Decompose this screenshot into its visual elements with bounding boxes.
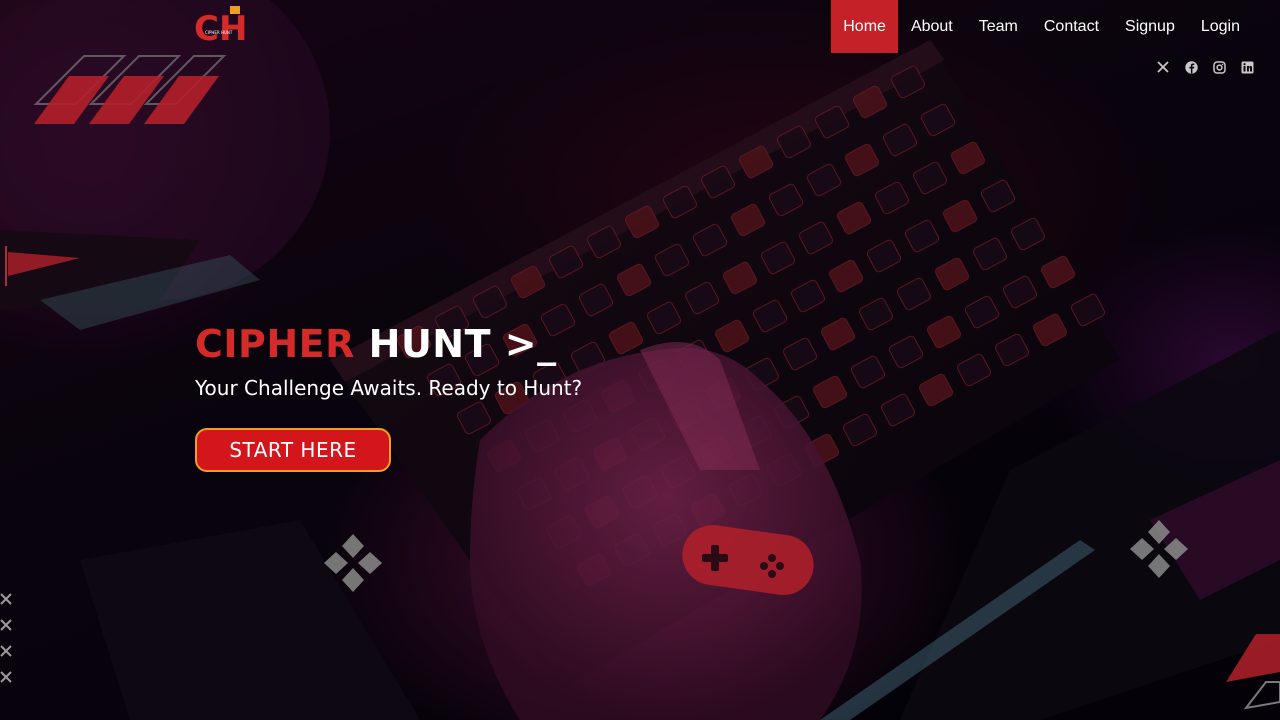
- hero-subtitle: Your Challenge Awaits. Ready to Hunt?: [195, 376, 583, 400]
- gamepad-icon: [682, 524, 814, 596]
- nav-team[interactable]: Team: [966, 0, 1031, 53]
- x-icon[interactable]: [1156, 60, 1170, 74]
- corner-stripes-decoration: [1226, 634, 1280, 710]
- linkedin-icon[interactable]: [1240, 60, 1254, 74]
- logo-text: CH: [194, 9, 247, 46]
- hero-title-rest: HUNT >_: [368, 322, 557, 366]
- nav-contact[interactable]: Contact: [1031, 0, 1112, 53]
- cross-marks-decoration: [0, 593, 12, 683]
- main-nav: Home About Team Contact Signup Login: [831, 0, 1253, 53]
- stripes-decoration: [33, 55, 227, 124]
- hero-title-accent: CIPHER: [195, 322, 355, 366]
- cipher-hunt-logo[interactable]: CH CIPHER HUNT: [194, 6, 256, 49]
- nav-signup[interactable]: Signup: [1112, 0, 1188, 53]
- facebook-icon[interactable]: [1184, 60, 1198, 74]
- hero-title: CIPHER HUNT >_: [195, 322, 557, 366]
- start-here-button[interactable]: START HERE: [195, 428, 391, 472]
- nav-home[interactable]: Home: [831, 0, 898, 53]
- dpad-icon-right: [1130, 520, 1188, 578]
- dpad-icon: [324, 534, 382, 592]
- flag-decoration: [5, 246, 80, 286]
- nav-login[interactable]: Login: [1188, 0, 1253, 53]
- logo-icon: CH CIPHER HUNT: [194, 6, 247, 49]
- nav-about[interactable]: About: [898, 0, 966, 53]
- social-links: [1156, 60, 1254, 74]
- logo-subtext: CIPHER HUNT: [205, 30, 233, 35]
- instagram-icon[interactable]: [1212, 60, 1226, 74]
